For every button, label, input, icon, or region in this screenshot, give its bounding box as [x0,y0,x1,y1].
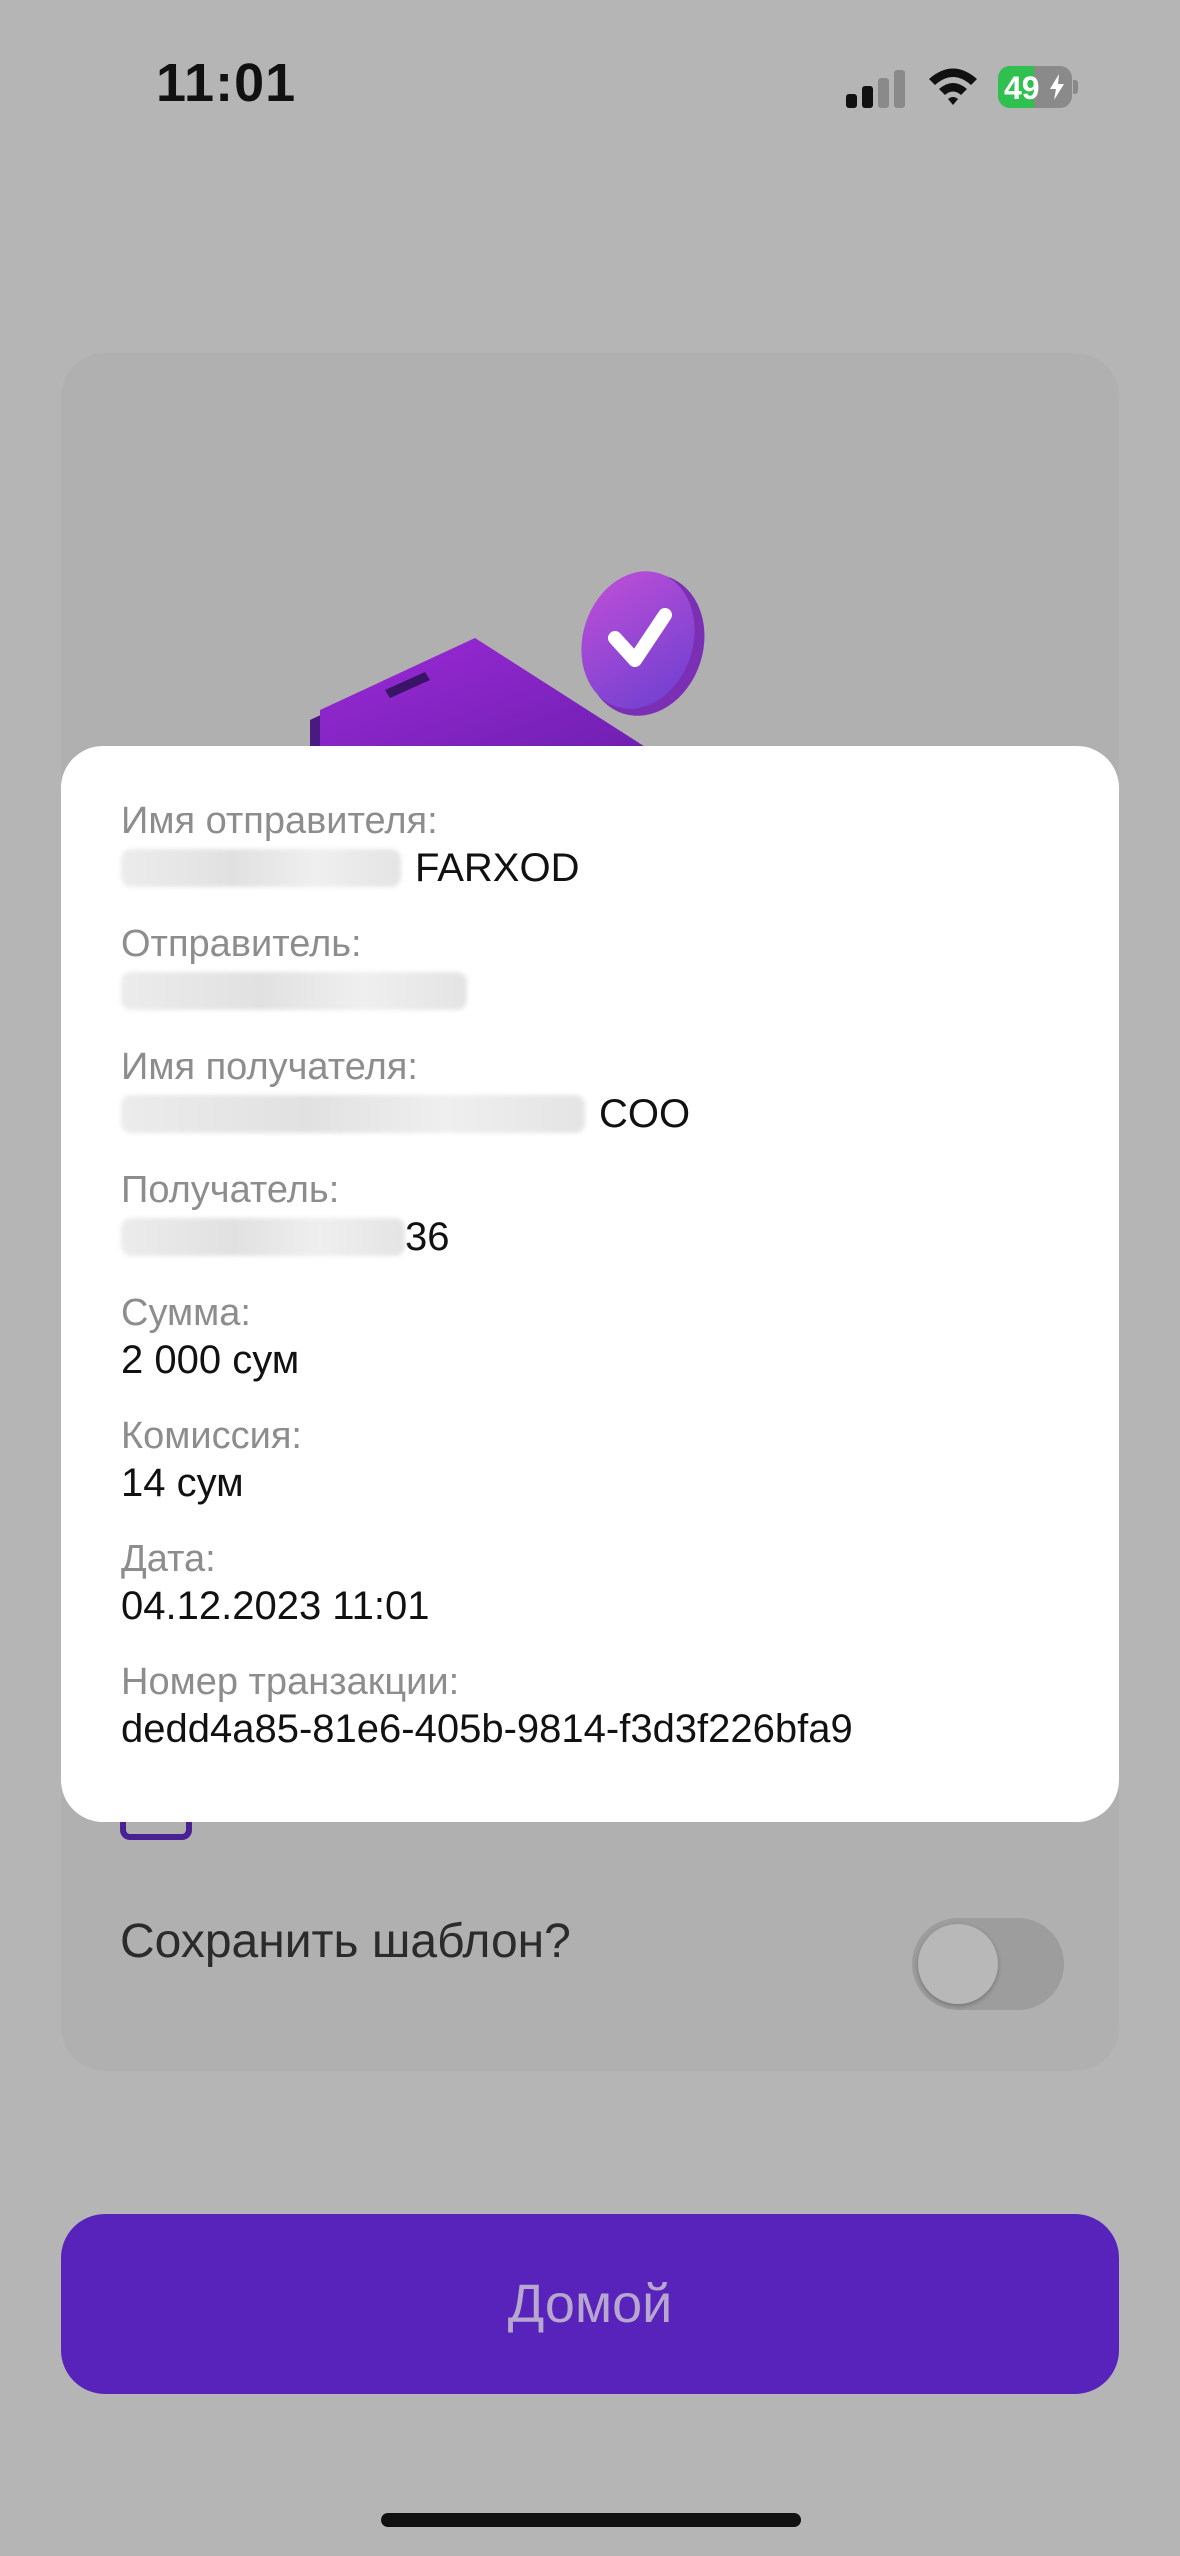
field-label: Дата: [121,1538,216,1580]
field-label: Имя отправителя: [121,800,438,842]
field-value: 2 000 сум [121,1338,300,1382]
field-label: Номер транзакции: [121,1661,460,1703]
field-value: 04.12.2023 11:01 [121,1584,430,1628]
battery-level: 49 [1004,70,1040,106]
field-value: 14 сум [121,1461,244,1505]
wifi-icon [929,68,977,105]
field-label: Получатель: [121,1169,340,1211]
phone-illustration-icon [310,571,705,760]
field-label: Имя получателя: [121,1046,418,1088]
sender-field: Отправитель: [121,921,481,1015]
receipt-modal: Имя отправителя: FARXOD Отправитель: Имя… [61,746,1119,1822]
amount-field: Сумма: 2 000 сум [121,1290,299,1384]
field-value: FARXOD [415,846,580,890]
field-value: COO [599,1092,691,1136]
field-value: 36 [405,1215,450,1259]
masked-value [121,972,467,1010]
recipient-name-field: Имя получателя: COO [121,1044,690,1138]
cellular-signal-icon [846,66,906,108]
toggle-knob [918,1924,998,2004]
field-label: Отправитель: [121,923,362,965]
masked-value [121,1218,405,1256]
battery-charging-icon: 49 [998,66,1078,108]
save-template-label: Сохранить шаблон? [120,1915,571,1968]
masked-value [121,1095,585,1133]
home-button[interactable]: Домой [61,2214,1119,2394]
date-field: Дата: 04.12.2023 11:01 [121,1536,429,1630]
field-label: Комиссия: [121,1415,302,1457]
bolt-icon [1050,74,1064,100]
save-template-toggle[interactable] [912,1918,1064,2010]
home-indicator[interactable] [381,2513,801,2527]
sender-name-field: Имя отправителя: FARXOD [121,798,579,892]
field-value: dedd4a85-81e6-405b-9814-f3d3f226bfa9 [121,1707,853,1751]
masked-value [121,849,401,887]
field-label: Сумма: [121,1292,251,1334]
commission-field: Комиссия: 14 сум [121,1413,302,1507]
transaction-id-field: Номер транзакции: dedd4a85-81e6-405b-981… [121,1659,853,1753]
recipient-field: Получатель: 36 [121,1167,450,1261]
status-time: 11:01 [156,53,297,113]
